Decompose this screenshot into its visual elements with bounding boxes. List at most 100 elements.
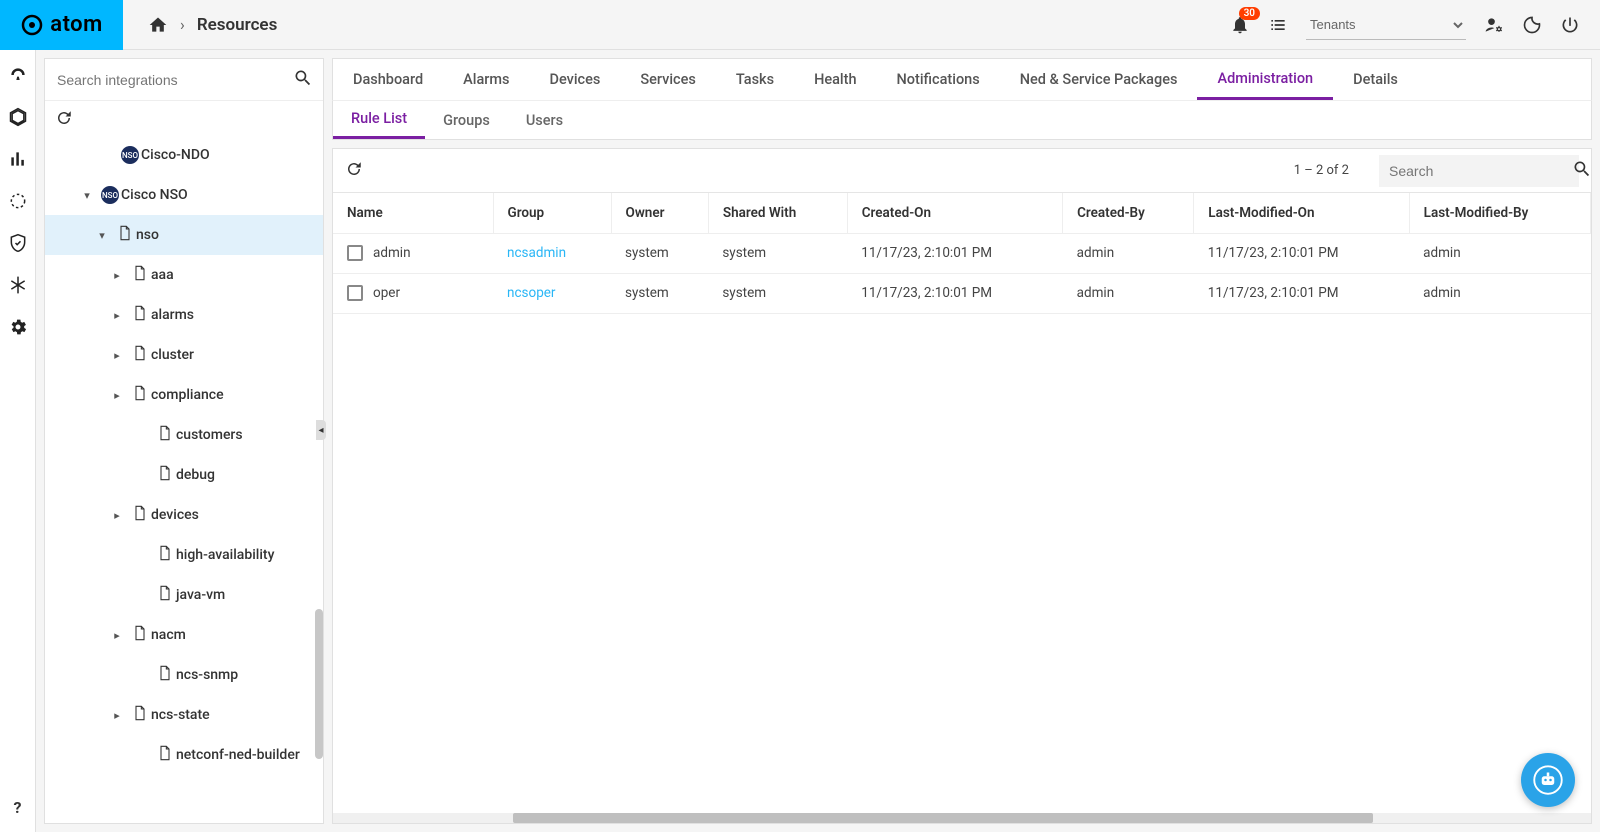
- document-icon: [132, 265, 148, 285]
- table-row[interactable]: adminncsadminsystemsystem11/17/23, 2:10:…: [333, 233, 1591, 273]
- column-header[interactable]: Group: [493, 193, 611, 233]
- table-search-input[interactable]: [1387, 162, 1572, 180]
- tab-alarms[interactable]: Alarms: [443, 59, 529, 100]
- tab-administration[interactable]: Administration: [1197, 59, 1333, 100]
- rail-shield-icon[interactable]: [8, 233, 28, 253]
- chevron-icon[interactable]: ▸: [105, 709, 129, 722]
- tab-dashboard[interactable]: Dashboard: [333, 59, 443, 100]
- row-checkbox[interactable]: [347, 285, 363, 301]
- rail-cube-icon[interactable]: [8, 107, 28, 127]
- tree-item[interactable]: netconf-ned-builder: [45, 735, 323, 775]
- tree-item[interactable]: ▸nacm: [45, 615, 323, 655]
- rail-settings-icon[interactable]: [8, 317, 28, 337]
- chatbot-button[interactable]: [1521, 753, 1575, 807]
- tree-search-input[interactable]: [55, 71, 293, 89]
- column-header[interactable]: Last-Modified-On: [1194, 193, 1409, 233]
- data-table: NameGroupOwnerShared WithCreated-OnCreat…: [333, 193, 1591, 314]
- dark-mode-icon[interactable]: [1522, 15, 1542, 35]
- tree-item[interactable]: ncs-snmp: [45, 655, 323, 695]
- chevron-right-icon: ›: [180, 15, 185, 34]
- horizontal-scrollbar[interactable]: [333, 813, 1591, 823]
- power-icon[interactable]: [1560, 15, 1580, 35]
- cell-modified-by: admin: [1409, 273, 1590, 313]
- table-row[interactable]: operncsopersystemsystem11/17/23, 2:10:01…: [333, 273, 1591, 313]
- page-title: Resources: [197, 15, 278, 35]
- tree-item[interactable]: ▸devices: [45, 495, 323, 535]
- main-tabs: DashboardAlarmsDevicesServicesTasksHealt…: [332, 58, 1592, 100]
- panel-collapser[interactable]: ◂: [316, 420, 326, 440]
- chevron-icon[interactable]: ▸: [105, 309, 129, 322]
- cell-group-link[interactable]: ncsadmin: [507, 245, 566, 261]
- tab-devices[interactable]: Devices: [530, 59, 621, 100]
- tab-services[interactable]: Services: [620, 59, 716, 100]
- tree-item-label: high-availability: [176, 547, 274, 563]
- row-checkbox[interactable]: [347, 245, 363, 261]
- tenant-select[interactable]: Tenants: [1306, 10, 1466, 40]
- rail-process-icon[interactable]: [8, 191, 28, 211]
- tab-notifications[interactable]: Notifications: [877, 59, 1000, 100]
- tree-item[interactable]: ▾nso: [45, 215, 323, 255]
- column-header[interactable]: Created-By: [1063, 193, 1194, 233]
- column-header[interactable]: Last-Modified-By: [1409, 193, 1590, 233]
- list-icon[interactable]: [1268, 15, 1288, 35]
- tree-item[interactable]: ▾NSOCisco NSO: [45, 175, 323, 215]
- tree-item[interactable]: high-availability: [45, 535, 323, 575]
- document-icon: [157, 665, 173, 685]
- subtab-groups[interactable]: Groups: [425, 101, 508, 139]
- tab-details[interactable]: Details: [1333, 59, 1418, 100]
- column-header[interactable]: Name: [333, 193, 493, 233]
- chevron-icon[interactable]: ▸: [105, 389, 129, 402]
- rail-snowflake-icon[interactable]: [8, 275, 28, 295]
- notifications-icon[interactable]: 30: [1230, 15, 1250, 35]
- column-header[interactable]: Created-On: [847, 193, 1062, 233]
- tree-scroll[interactable]: NSOCisco-NDO▾NSOCisco NSO▾nso▸aaa▸alarms…: [45, 135, 323, 823]
- cell-created-by: admin: [1063, 233, 1194, 273]
- document-icon: [132, 305, 148, 325]
- cell-name: oper: [373, 285, 400, 301]
- chevron-icon[interactable]: ▸: [105, 509, 129, 522]
- tree-item-label: netconf-ned-builder: [176, 747, 300, 763]
- document-icon: [132, 625, 148, 645]
- tree-item[interactable]: customers: [45, 415, 323, 455]
- brand-logo[interactable]: atom: [0, 0, 123, 50]
- subtab-users[interactable]: Users: [508, 101, 581, 139]
- search-icon[interactable]: [293, 68, 313, 92]
- tab-tasks[interactable]: Tasks: [716, 59, 794, 100]
- content-card: 1 – 2 of 2 NameGroupOwnerShared WithCrea…: [332, 148, 1592, 824]
- tree-item[interactable]: java-vm: [45, 575, 323, 615]
- tree-item[interactable]: NSOCisco-NDO: [45, 135, 323, 175]
- tree-item[interactable]: ▸cluster: [45, 335, 323, 375]
- tree-scrollbar[interactable]: [315, 609, 323, 759]
- document-icon: [132, 705, 148, 725]
- cell-group-link[interactable]: ncsoper: [507, 285, 556, 301]
- chevron-icon[interactable]: ▸: [105, 349, 129, 362]
- column-header[interactable]: Owner: [611, 193, 708, 233]
- tree-panel: NSOCisco-NDO▾NSOCisco NSO▾nso▸aaa▸alarms…: [44, 58, 324, 824]
- chevron-icon[interactable]: ▾: [90, 229, 114, 242]
- tree-item[interactable]: ▸aaa: [45, 255, 323, 295]
- tree-item[interactable]: ▸ncs-state: [45, 695, 323, 735]
- home-icon[interactable]: [148, 15, 168, 35]
- tree-item-label: java-vm: [176, 587, 225, 603]
- search-icon[interactable]: [1572, 159, 1592, 183]
- subtab-rule-list[interactable]: Rule List: [333, 101, 425, 139]
- rail-help-icon[interactable]: ?: [14, 798, 22, 817]
- table-refresh-icon[interactable]: [345, 160, 363, 182]
- chevron-icon[interactable]: ▸: [105, 269, 129, 282]
- rail-chart-icon[interactable]: [8, 149, 28, 169]
- chevron-icon[interactable]: ▸: [105, 629, 129, 642]
- user-settings-icon[interactable]: [1484, 15, 1504, 35]
- document-icon: [132, 505, 148, 525]
- tree-item[interactable]: debug: [45, 455, 323, 495]
- tree-refresh-icon[interactable]: [55, 115, 73, 131]
- column-header[interactable]: Shared With: [708, 193, 847, 233]
- chevron-icon[interactable]: ▾: [75, 189, 99, 202]
- tab-ned-service-packages[interactable]: Ned & Service Packages: [1000, 59, 1198, 100]
- cell-created-on: 11/17/23, 2:10:01 PM: [847, 273, 1062, 313]
- tab-health[interactable]: Health: [794, 59, 876, 100]
- tree-item[interactable]: ▸compliance: [45, 375, 323, 415]
- cell-created-on: 11/17/23, 2:10:01 PM: [847, 233, 1062, 273]
- rail-dashboard-icon[interactable]: [8, 65, 28, 85]
- tree-item[interactable]: ▸ alarms: [45, 295, 323, 335]
- tree-item-label: alarms: [151, 307, 194, 323]
